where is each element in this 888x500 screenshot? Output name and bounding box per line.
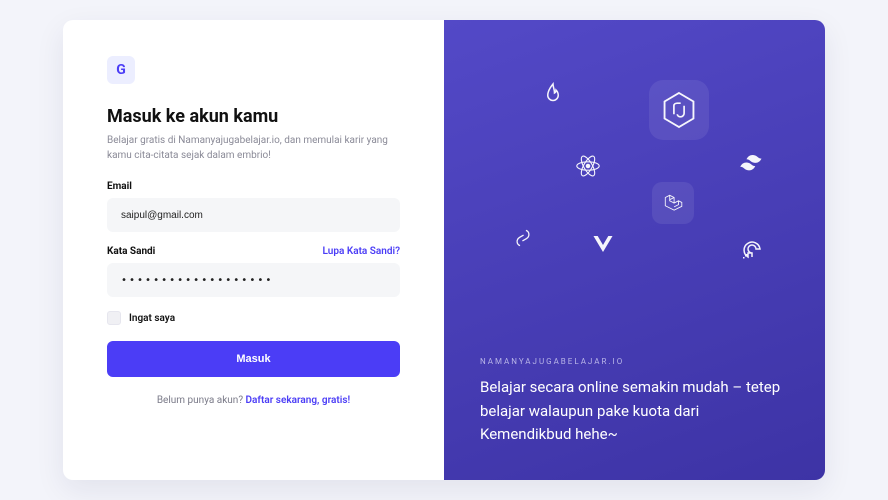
hero-eyebrow: NAMANYAJUGABELAJAR.IO [480,357,789,366]
email-field[interactable] [107,198,400,232]
remember-label: Ingat saya [129,313,175,324]
flame-icon [544,82,562,104]
brand-logo-letter: G [116,62,126,78]
email-label-row: Email [107,181,400,192]
nodejs-icon [662,91,696,129]
brand-logo: G [107,56,135,84]
nodejs-tile [649,80,709,140]
page-subtitle: Belajar gratis di Namanyajugabelajar.io,… [107,133,400,163]
signup-link[interactable]: Daftar sekarang, gratis! [246,395,351,406]
remember-checkbox[interactable] [107,311,121,325]
forgot-password-link[interactable]: Lupa Kata Sandi? [323,246,400,257]
hero-text: Belajar secara online semakin mudah – te… [480,376,789,446]
page-title: Masuk ke akun kamu [107,106,400,127]
password-field[interactable] [107,263,400,297]
signup-footer: Belum punya akun? Daftar sekarang, grati… [107,395,400,406]
password-label: Kata Sandi [107,246,155,257]
svelte-icon [514,228,532,248]
vue-icon [592,235,614,253]
tailwind-icon [739,154,769,172]
password-label-row: Kata Sandi Lupa Kata Sandi? [107,246,400,257]
react-icon [574,152,602,180]
laravel-icon [662,192,684,214]
login-form-panel: G Masuk ke akun kamu Belajar gratis di N… [63,20,444,480]
digitalocean-icon [742,239,762,259]
login-button[interactable]: Masuk [107,341,400,377]
login-card: G Masuk ke akun kamu Belajar gratis di N… [63,20,825,480]
remember-row: Ingat saya [107,311,400,325]
signup-footer-text: Belum punya akun? [157,395,246,406]
hero-panel: NAMANYAJUGABELAJAR.IO Belajar secara onl… [444,20,825,480]
laravel-tile [652,182,694,224]
email-label: Email [107,181,132,192]
tech-icons-cluster [444,20,825,280]
